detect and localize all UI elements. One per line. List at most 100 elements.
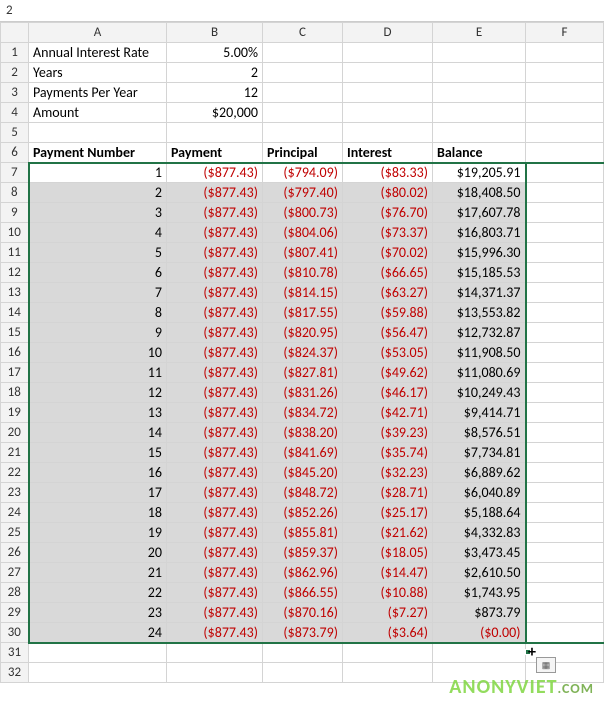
col-header-D[interactable]: D xyxy=(343,23,433,43)
cell-num[interactable]: 23 xyxy=(29,603,167,623)
header-num[interactable]: Payment Number xyxy=(29,143,167,163)
cell-principal[interactable]: ($848.72) xyxy=(263,483,343,503)
cell-payment[interactable]: ($877.43) xyxy=(167,303,263,323)
cell[interactable] xyxy=(167,643,263,663)
cell-principal[interactable]: ($862.96) xyxy=(263,563,343,583)
cell-num[interactable]: 22 xyxy=(29,583,167,603)
cell-principal[interactable]: ($807.41) xyxy=(263,243,343,263)
cell[interactable] xyxy=(29,663,167,683)
cell-balance[interactable]: $5,188.64 xyxy=(433,503,526,523)
cell[interactable] xyxy=(526,503,604,523)
cell-balance[interactable]: $6,040.89 xyxy=(433,483,526,503)
cell[interactable] xyxy=(526,203,604,223)
col-header-A[interactable]: A xyxy=(29,23,167,43)
cell-num[interactable]: 19 xyxy=(29,523,167,543)
input-value[interactable]: 5.00% xyxy=(167,43,263,63)
cell-balance[interactable]: $15,185.53 xyxy=(433,263,526,283)
cell-num[interactable]: 10 xyxy=(29,343,167,363)
cell[interactable] xyxy=(526,543,604,563)
row-header-18[interactable]: 18 xyxy=(1,383,29,403)
cell-balance[interactable]: $12,732.87 xyxy=(433,323,526,343)
cell-balance[interactable]: $16,803.71 xyxy=(433,223,526,243)
cell[interactable] xyxy=(433,63,526,83)
row-header-7[interactable]: 7 xyxy=(1,163,29,183)
cell[interactable] xyxy=(526,283,604,303)
cell[interactable] xyxy=(29,123,167,143)
cell-interest[interactable]: ($28.71) xyxy=(343,483,433,503)
cell-interest[interactable]: ($63.27) xyxy=(343,283,433,303)
cell-num[interactable]: 13 xyxy=(29,403,167,423)
cell-payment[interactable]: ($877.43) xyxy=(167,323,263,343)
row-header-14[interactable]: 14 xyxy=(1,303,29,323)
cell-num[interactable]: 4 xyxy=(29,223,167,243)
cell-num[interactable]: 18 xyxy=(29,503,167,523)
col-header-C[interactable]: C xyxy=(263,23,343,43)
select-all-corner[interactable] xyxy=(1,23,29,43)
cell[interactable] xyxy=(526,183,604,203)
cell-balance[interactable]: $17,607.78 xyxy=(433,203,526,223)
cell-payment[interactable]: ($877.43) xyxy=(167,383,263,403)
cell-payment[interactable]: ($877.43) xyxy=(167,503,263,523)
cell[interactable] xyxy=(167,663,263,683)
cell-interest[interactable]: ($53.05) xyxy=(343,343,433,363)
cell-interest[interactable]: ($73.37) xyxy=(343,223,433,243)
cell-payment[interactable]: ($877.43) xyxy=(167,483,263,503)
cell[interactable] xyxy=(526,383,604,403)
cell-interest[interactable]: ($70.02) xyxy=(343,243,433,263)
cell-balance[interactable]: $8,576.51 xyxy=(433,423,526,443)
cell-interest[interactable]: ($66.65) xyxy=(343,263,433,283)
cell-num[interactable]: 12 xyxy=(29,383,167,403)
cell-num[interactable]: 20 xyxy=(29,543,167,563)
row-header-32[interactable]: 32 xyxy=(1,663,29,683)
row-header-20[interactable]: 20 xyxy=(1,423,29,443)
row-header-11[interactable]: 11 xyxy=(1,243,29,263)
cell-balance[interactable]: $2,610.50 xyxy=(433,563,526,583)
cell-payment[interactable]: ($877.43) xyxy=(167,603,263,623)
cell-num[interactable]: 11 xyxy=(29,363,167,383)
row-header-24[interactable]: 24 xyxy=(1,503,29,523)
row-header-23[interactable]: 23 xyxy=(1,483,29,503)
cell-num[interactable]: 24 xyxy=(29,623,167,643)
cell[interactable] xyxy=(526,323,604,343)
cell-principal[interactable]: ($870.16) xyxy=(263,603,343,623)
row-header-16[interactable]: 16 xyxy=(1,343,29,363)
row-header-31[interactable]: 31 xyxy=(1,643,29,663)
cell-interest[interactable]: ($21.62) xyxy=(343,523,433,543)
cell-num[interactable]: 21 xyxy=(29,563,167,583)
cell[interactable] xyxy=(343,643,433,663)
row-header-22[interactable]: 22 xyxy=(1,463,29,483)
cell-payment[interactable]: ($877.43) xyxy=(167,623,263,643)
cell[interactable] xyxy=(526,343,604,363)
cell[interactable] xyxy=(343,663,433,683)
input-value[interactable]: 12 xyxy=(167,83,263,103)
cell-principal[interactable]: ($831.26) xyxy=(263,383,343,403)
cell-payment[interactable]: ($877.43) xyxy=(167,283,263,303)
row-header-26[interactable]: 26 xyxy=(1,543,29,563)
cell-num[interactable]: 1 xyxy=(29,163,167,183)
row-header-6[interactable]: 6 xyxy=(1,143,29,163)
cell-num[interactable]: 9 xyxy=(29,323,167,343)
row-header-4[interactable]: 4 xyxy=(1,103,29,123)
cell[interactable] xyxy=(263,83,343,103)
spreadsheet-grid[interactable]: A B C D E F 1Annual Interest Rate5.00%2Y… xyxy=(0,22,604,683)
cell[interactable] xyxy=(526,163,604,183)
col-header-E[interactable]: E xyxy=(433,23,526,43)
cell[interactable] xyxy=(263,663,343,683)
cell[interactable] xyxy=(433,643,526,663)
col-header-B[interactable]: B xyxy=(167,23,263,43)
cell-principal[interactable]: ($834.72) xyxy=(263,403,343,423)
cell-principal[interactable]: ($859.37) xyxy=(263,543,343,563)
row-header-10[interactable]: 10 xyxy=(1,223,29,243)
cell-principal[interactable]: ($800.73) xyxy=(263,203,343,223)
cell[interactable] xyxy=(433,83,526,103)
cell-balance[interactable]: $15,996.30 xyxy=(433,243,526,263)
cell-principal[interactable]: ($827.81) xyxy=(263,363,343,383)
cell[interactable] xyxy=(526,623,604,643)
cell-payment[interactable]: ($877.43) xyxy=(167,443,263,463)
cell-payment[interactable]: ($877.43) xyxy=(167,203,263,223)
cell[interactable] xyxy=(526,463,604,483)
cell-balance[interactable]: $10,249.43 xyxy=(433,383,526,403)
cell-payment[interactable]: ($877.43) xyxy=(167,263,263,283)
cell-interest[interactable]: ($18.05) xyxy=(343,543,433,563)
input-value[interactable]: $20,000 xyxy=(167,103,263,123)
